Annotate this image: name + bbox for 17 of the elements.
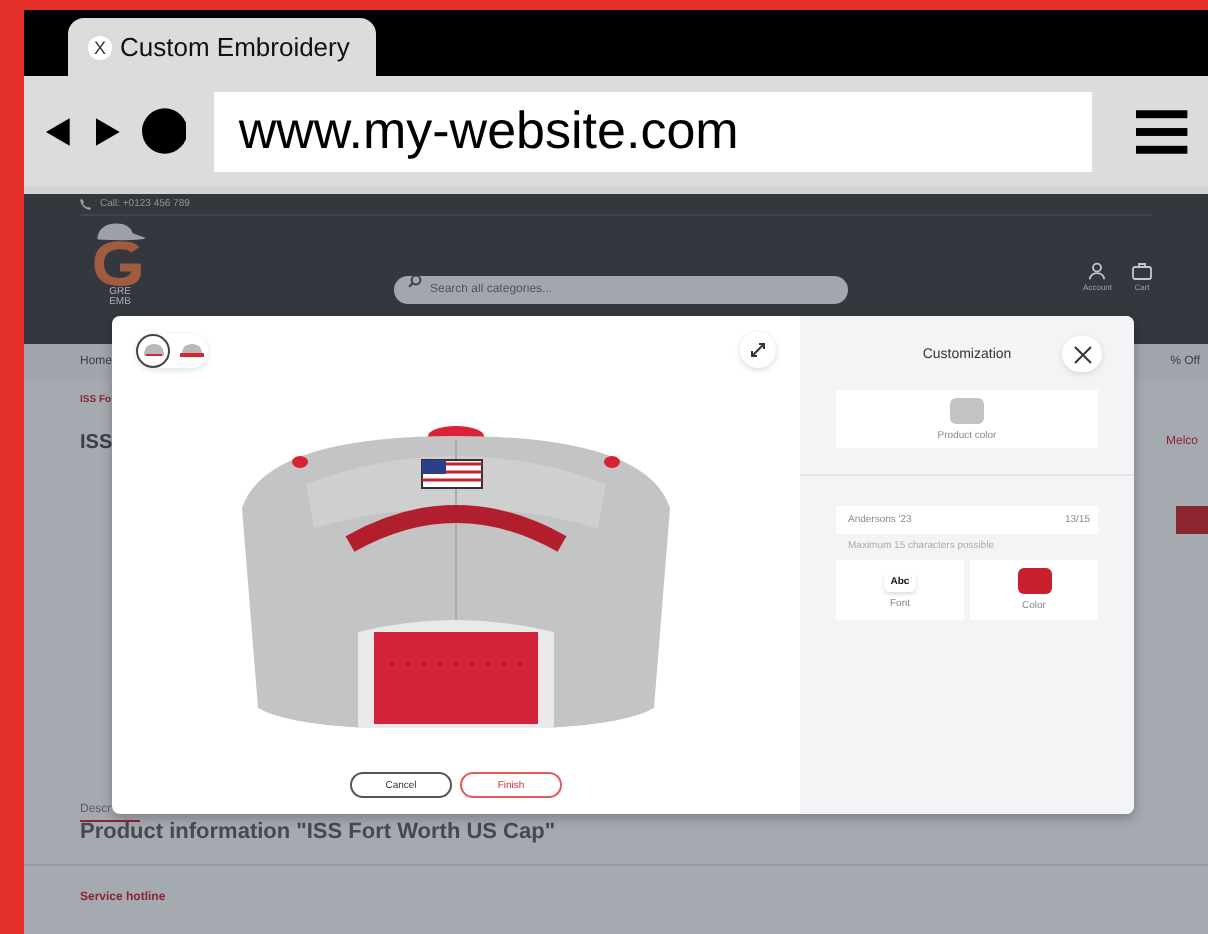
- section-heading: Product information "ISS Fort Worth US Cap": [80, 820, 558, 844]
- reload-icon[interactable]: [141, 108, 187, 154]
- product-title: ISS: [80, 431, 113, 453]
- menu-icon[interactable]: [1136, 107, 1188, 155]
- address-bar[interactable]: www.my-website.com: [214, 91, 1093, 171]
- browser-tab[interactable]: X Custom Embroidery: [68, 18, 376, 76]
- expand-icon: [750, 342, 766, 358]
- phone-icon: [80, 198, 92, 210]
- view-thumbnail[interactable]: [136, 333, 170, 367]
- person-icon[interactable]: [1088, 261, 1107, 279]
- back-icon[interactable]: [42, 115, 74, 147]
- close-button[interactable]: [1062, 336, 1102, 372]
- tab-close-button[interactable]: X: [88, 35, 112, 59]
- forward-icon[interactable]: [93, 115, 122, 147]
- close-icon: [1073, 345, 1091, 363]
- search-icon: [408, 273, 422, 287]
- bag-icon[interactable]: [1132, 261, 1152, 279]
